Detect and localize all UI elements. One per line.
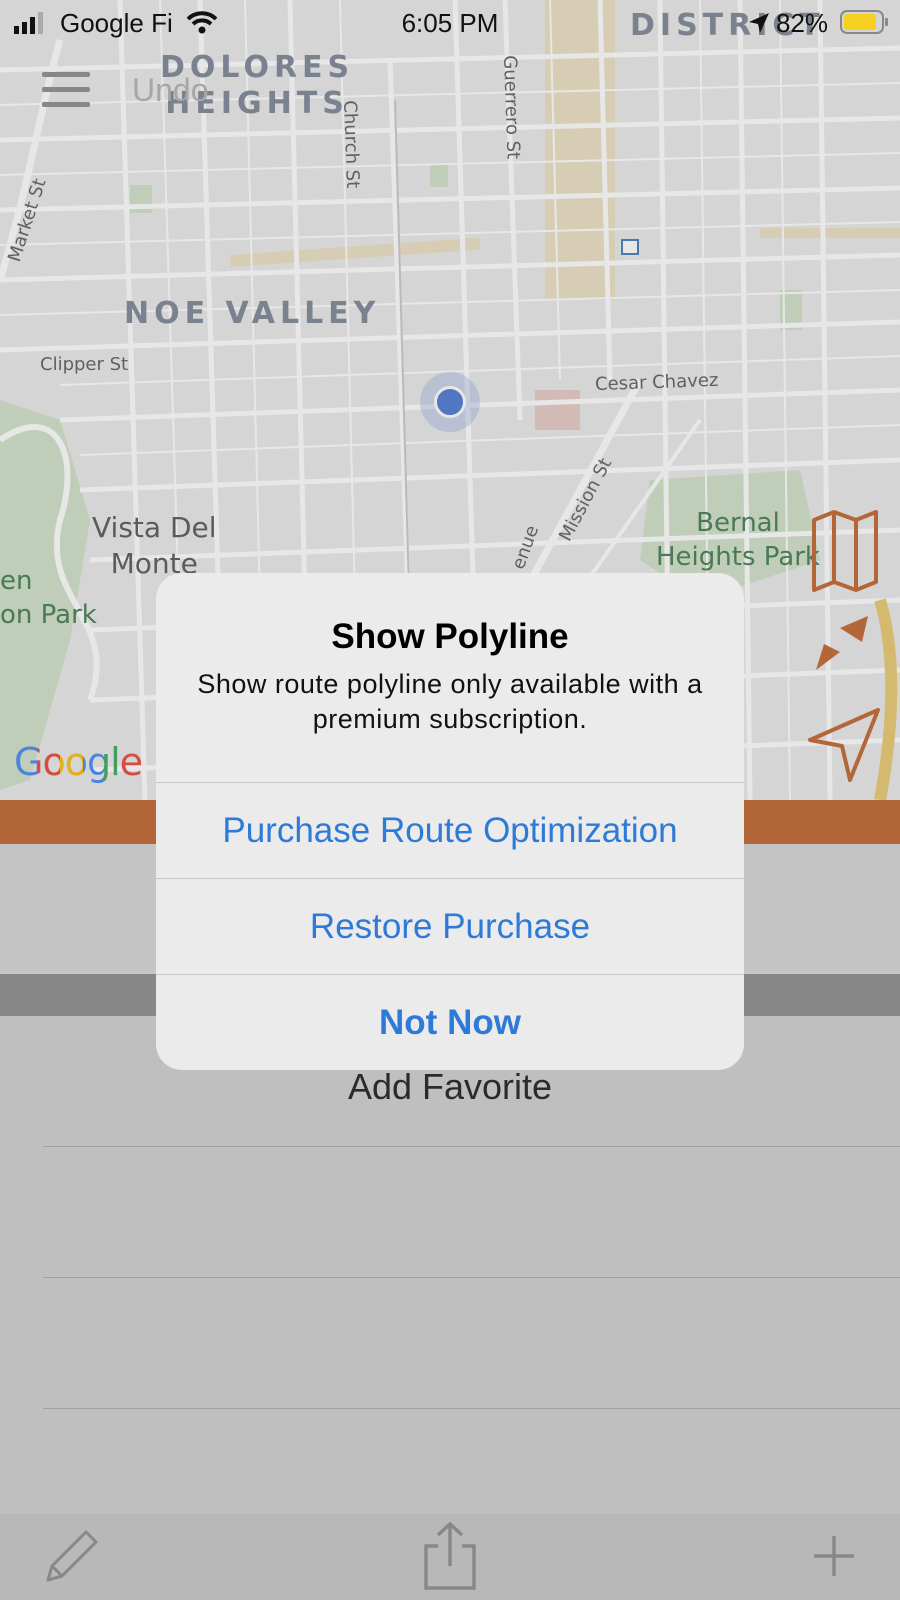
restore-purchase-button[interactable]: Restore Purchase	[156, 878, 744, 975]
purchase-route-optimization-button[interactable]: Purchase Route Optimization	[156, 782, 744, 879]
battery-icon	[840, 10, 888, 34]
not-now-button[interactable]: Not Now	[156, 974, 744, 1070]
show-polyline-alert: Show Polyline Show route polyline only a…	[156, 573, 744, 1070]
location-services-icon	[749, 13, 769, 33]
alert-title: Show Polyline	[331, 617, 569, 656]
status-bar: Google Fi 6:05 PM 82%	[0, 0, 900, 46]
battery-percentage: 82%	[776, 8, 829, 38]
alert-message: Show route polyline only available with …	[197, 669, 703, 734]
